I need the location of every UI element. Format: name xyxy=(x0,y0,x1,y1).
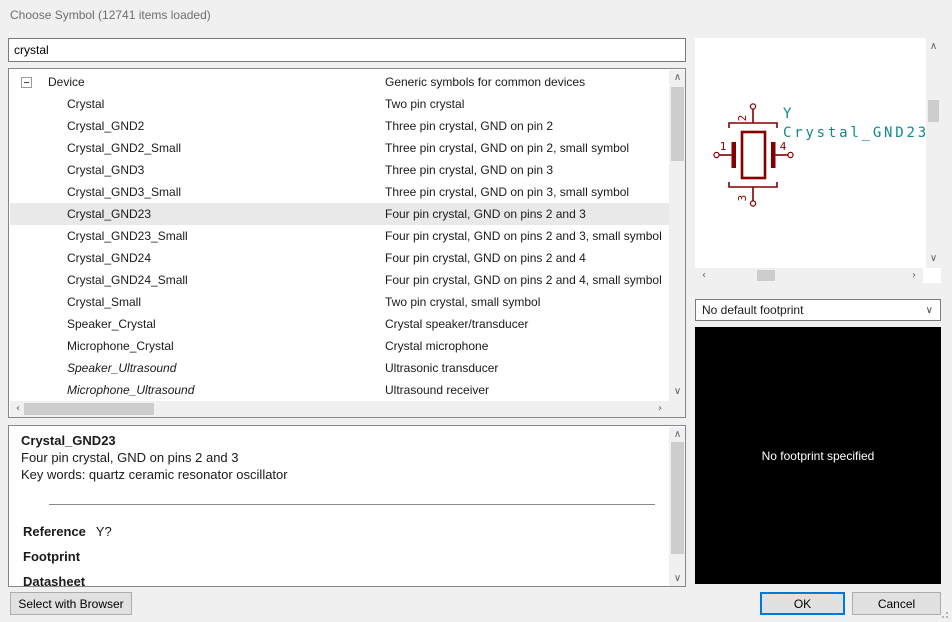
scroll-down-icon[interactable]: ∨ xyxy=(669,571,686,586)
tree-row[interactable]: Crystal_GND2 Three pin crystal, GND on pi… xyxy=(10,115,669,137)
tree-row[interactable]: Speaker_Ultrasound Ultrasonic transducer xyxy=(10,357,669,379)
resize-grip[interactable] xyxy=(938,608,948,618)
pin-number-1: 1 xyxy=(720,140,727,153)
tree-row-label: Crystal_GND24_Small xyxy=(67,269,188,291)
search-input[interactable] xyxy=(8,38,686,62)
tree-row-label: Crystal_GND2_Small xyxy=(67,137,181,159)
scroll-right-icon[interactable]: › xyxy=(907,268,921,283)
tree-row-label: Crystal_Small xyxy=(67,291,141,313)
tree-row-description: Three pin crystal, GND on pin 2, small s… xyxy=(385,137,629,159)
symbol-preview-panel: 1 2 3 4 Y Crystal_GND23 ∧ ∨ ‹ › xyxy=(695,38,941,283)
tree-row[interactable]: Crystal_GND24_Small Four pin crystal, GND… xyxy=(10,269,669,291)
chevron-down-icon: ∨ xyxy=(926,300,933,322)
tree-row[interactable]: Speaker_Crystal Crystal speaker/transduce… xyxy=(10,313,669,335)
cancel-button[interactable]: Cancel xyxy=(852,592,941,615)
tree-hscroll-thumb[interactable] xyxy=(24,403,154,415)
tree-row[interactable]: Crystal_GND3_Small Three pin crystal, GND… xyxy=(10,181,669,203)
tree-row[interactable]: Crystal_GND3 Three pin crystal, GND on pi… xyxy=(10,159,669,181)
tree-row-label: Crystal_GND24 xyxy=(67,247,151,269)
tree-row-description: Four pin crystal, GND on pins 2 and 4, s… xyxy=(385,269,662,291)
tree-row-description: Four pin crystal, GND on pins 2 and 4 xyxy=(385,247,586,269)
detail-field-datasheet: Datasheet xyxy=(23,574,85,587)
select-with-browser-button[interactable]: Select with Browser xyxy=(10,592,132,615)
crystal-symbol-drawing: 1 2 3 4 Y Crystal_GND23 xyxy=(695,38,926,268)
tree-row-description: Four pin crystal, GND on pins 2 and 3, s… xyxy=(385,225,662,247)
tree-row-label: Crystal_GND2 xyxy=(67,115,144,137)
tree-row-label: Speaker_Crystal xyxy=(67,313,156,335)
tree-row-description: Four pin crystal, GND on pins 2 and 3 xyxy=(385,203,586,225)
pin-number-3: 3 xyxy=(736,195,749,202)
scroll-down-icon[interactable]: ∨ xyxy=(926,252,941,266)
tree-vscroll-thumb[interactable] xyxy=(671,87,684,161)
details-divider xyxy=(49,504,655,505)
choose-symbol-dialog: Choose Symbol (12741 items loaded) Devic… xyxy=(0,0,952,622)
collapse-expander-icon[interactable] xyxy=(21,77,32,88)
scroll-up-icon[interactable]: ∧ xyxy=(669,427,686,442)
tree-row[interactable]: Crystal_Small Two pin crystal, small symb… xyxy=(10,291,669,313)
scrollbar-corner xyxy=(669,401,686,417)
tree-row-description: Crystal microphone xyxy=(385,335,488,357)
detail-field-reference: ReferenceY? xyxy=(23,524,112,539)
tree-row[interactable]: Crystal_GND23 Four pin crystal, GND on pi… xyxy=(10,203,669,225)
tree-row[interactable]: Device Generic symbols for common devices xyxy=(10,71,669,93)
scrollbar-corner xyxy=(923,268,941,283)
tree-row-description: Generic symbols for common devices xyxy=(385,71,585,93)
tree-row-label: Crystal xyxy=(67,93,104,115)
details-vscroll-thumb[interactable] xyxy=(671,442,684,554)
scroll-left-icon[interactable]: ‹ xyxy=(697,268,711,283)
tree-row-description: Three pin crystal, GND on pin 2 xyxy=(385,115,553,137)
tree-row[interactable]: Crystal_GND24 Four pin crystal, GND on pi… xyxy=(10,247,669,269)
preview-hscroll-thumb[interactable] xyxy=(757,270,775,281)
scroll-up-icon[interactable]: ∧ xyxy=(926,40,941,54)
symbol-reference-label: Y xyxy=(783,106,792,122)
tree-row-label: Device xyxy=(48,71,85,93)
tree-row-label: Microphone_Crystal xyxy=(67,335,174,357)
tree-row[interactable]: Microphone_Crystal Crystal microphone xyxy=(10,335,669,357)
symbol-details-panel: Crystal_GND23 Four pin crystal, GND on p… xyxy=(8,425,686,587)
symbol-tree-list: Device Generic symbols for common devices… xyxy=(8,68,686,418)
footprint-preview-panel: No footprint specified xyxy=(695,327,941,584)
tree-row[interactable]: Crystal_GND2_Small Three pin crystal, GND… xyxy=(10,137,669,159)
pin-number-4: 4 xyxy=(780,140,787,153)
tree-row-label: Crystal_GND23 xyxy=(67,203,151,225)
ok-button[interactable]: OK xyxy=(760,592,845,615)
preview-vscrollbar[interactable] xyxy=(926,38,941,268)
scroll-up-icon[interactable]: ∧ xyxy=(669,70,686,86)
tree-row-label: Speaker_Ultrasound xyxy=(67,357,176,379)
tree-row-description: Three pin crystal, GND on pin 3, small s… xyxy=(385,181,629,203)
scroll-right-icon[interactable]: › xyxy=(652,401,668,417)
scroll-down-icon[interactable]: ∨ xyxy=(669,384,686,400)
detail-field-footprint: Footprint xyxy=(23,549,80,564)
tree-row-description: Two pin crystal, small symbol xyxy=(385,291,540,313)
detail-symbol-name: Crystal_GND23 xyxy=(21,433,116,448)
tree-row[interactable]: Crystal Two pin crystal xyxy=(10,93,669,115)
detail-symbol-description: Four pin crystal, GND on pins 2 and 3 xyxy=(21,450,239,465)
footprint-select-value: No default footprint xyxy=(702,303,803,317)
tree-row-description: Ultrasonic transducer xyxy=(385,357,498,379)
preview-hscrollbar[interactable] xyxy=(695,268,923,283)
tree-row-description: Three pin crystal, GND on pin 3 xyxy=(385,159,553,181)
tree-row-description: Two pin crystal xyxy=(385,93,464,115)
preview-vscroll-thumb[interactable] xyxy=(928,100,939,122)
tree-row-label: Crystal_GND3_Small xyxy=(67,181,181,203)
tree-row[interactable]: Crystal_GND23_Small Four pin crystal, GND… xyxy=(10,225,669,247)
pin-number-2: 2 xyxy=(736,115,749,122)
tree-row-label: Crystal_GND3 xyxy=(67,159,144,181)
symbol-name-label: Crystal_GND23 xyxy=(783,125,926,141)
tree-row-label: Crystal_GND23_Small xyxy=(67,225,188,247)
footprint-preview-message: No footprint specified xyxy=(762,449,875,463)
detail-symbol-keywords: Key words: quartz ceramic resonator osci… xyxy=(21,467,288,482)
tree-row-description: Crystal speaker/transducer xyxy=(385,313,528,335)
footprint-select[interactable]: No default footprint ∨ xyxy=(695,299,941,321)
dialog-title: Choose Symbol (12741 items loaded) xyxy=(10,8,211,22)
